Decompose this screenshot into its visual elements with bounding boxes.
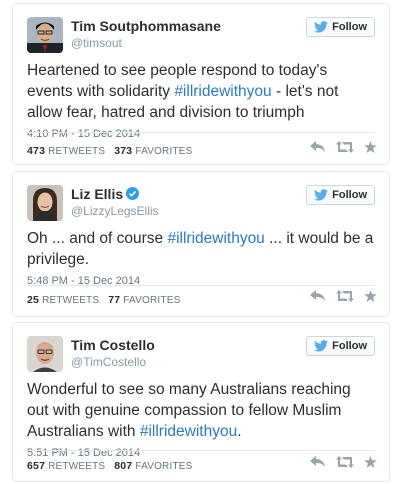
tweet-stats: 25 RETWEETS 77 FAVORITES (27, 294, 180, 306)
retweet-icon[interactable] (336, 456, 354, 468)
tweet-feed: Tim Soutphommasane @timsout Follow Heart… (0, 0, 415, 484)
tweet-timestamp[interactable]: 4:10 PM - 15 Dec 2014 (27, 128, 375, 140)
divider (27, 285, 375, 286)
verified-badge-icon (126, 187, 140, 200)
twitter-bird-icon (314, 340, 329, 352)
favorite-star-icon[interactable] (364, 141, 377, 153)
hashtag-link[interactable]: #illridewithyou (167, 230, 264, 247)
tweet-card: Tim Costello @TimCostello Follow Wonderf… (12, 322, 390, 482)
follow-button[interactable]: Follow (306, 17, 375, 37)
reply-icon[interactable] (310, 290, 326, 302)
author-handle[interactable]: @timsout (71, 35, 221, 51)
hashtag-link[interactable]: #illridewithyou (174, 83, 271, 100)
follow-label: Follow (332, 340, 367, 352)
author-fullname[interactable]: Liz Ellis (71, 186, 159, 203)
author-names: Tim Soutphommasane @timsout (71, 18, 221, 51)
tweet-card: Tim Soutphommasane @timsout Follow Heart… (12, 3, 390, 165)
follow-button[interactable]: Follow (306, 336, 375, 356)
favorite-count[interactable]: 77 (108, 294, 120, 306)
follow-label: Follow (332, 189, 367, 201)
favorite-star-icon[interactable] (364, 456, 377, 468)
favorite-count[interactable]: 373 (114, 145, 132, 157)
avatar[interactable] (27, 185, 63, 221)
retweets-label: RETWEETS (48, 146, 106, 157)
tweet-actions (310, 456, 377, 468)
author-fullname[interactable]: Tim Soutphommasane (71, 18, 221, 35)
tweet-text: Oh ... and of course #illridewithyou ...… (27, 230, 374, 268)
retweets-label: RETWEETS (42, 295, 100, 306)
author-fullname[interactable]: Tim Costello (71, 337, 155, 354)
favorites-label: FAVORITES (123, 295, 181, 306)
twitter-bird-icon (314, 189, 329, 201)
author-handle[interactable]: @LizzyLegsEllis (71, 203, 159, 219)
tweet-text: Wonderful to see so many Australians rea… (27, 381, 351, 440)
retweet-icon[interactable] (336, 290, 354, 302)
tweet-actions (310, 141, 377, 153)
hashtag-link[interactable]: #illridewithyou (140, 423, 237, 440)
tweet-card: Liz Ellis @LizzyLegsEllis Follow Oh ... … (12, 171, 390, 317)
divider (27, 450, 375, 451)
retweets-label: RETWEETS (48, 461, 106, 472)
divider (27, 132, 375, 133)
tweet-header: Tim Costello @TimCostello Follow (27, 336, 375, 374)
favorites-label: FAVORITES (135, 461, 193, 472)
tweet-stats: 473 RETWEETS 373 FAVORITES (27, 145, 193, 157)
follow-label: Follow (332, 21, 367, 33)
retweet-count[interactable]: 473 (27, 145, 45, 157)
tweet-actions (310, 290, 377, 302)
tweet-stats: 657 RETWEETS 807 FAVORITES (27, 460, 193, 472)
favorite-star-icon[interactable] (364, 290, 377, 302)
retweet-count[interactable]: 657 (27, 460, 45, 472)
reply-icon[interactable] (310, 141, 326, 153)
author-names: Liz Ellis @LizzyLegsEllis (71, 186, 159, 219)
avatar[interactable] (27, 17, 63, 53)
tweet-header: Liz Ellis @LizzyLegsEllis Follow (27, 185, 375, 223)
follow-button[interactable]: Follow (306, 185, 375, 205)
favorite-count[interactable]: 807 (114, 460, 132, 472)
retweet-count[interactable]: 25 (27, 294, 39, 306)
reply-icon[interactable] (310, 456, 326, 468)
retweet-icon[interactable] (336, 141, 354, 153)
author-handle[interactable]: @TimCostello (71, 354, 155, 370)
tweet-header: Tim Soutphommasane @timsout Follow (27, 17, 375, 55)
tweet-text: Heartened to see people respond to today… (27, 62, 339, 121)
favorites-label: FAVORITES (135, 146, 193, 157)
author-names: Tim Costello @TimCostello (71, 337, 155, 370)
twitter-bird-icon (314, 21, 329, 33)
avatar[interactable] (27, 336, 63, 372)
